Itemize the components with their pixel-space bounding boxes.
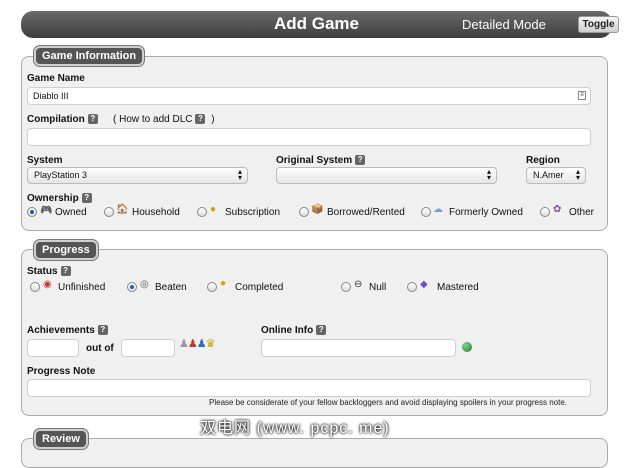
achievements-label: Achievements? [27, 325, 108, 336]
original-system-select[interactable]: ▴ ▾ [276, 167, 497, 184]
ownership-radio-formerly-owned[interactable] [421, 207, 431, 217]
achievement-trophies-icon: ♟♟♟♛ [179, 338, 215, 350]
mode-label: Detailed Mode [462, 17, 546, 32]
online-info-help-icon[interactable]: ? [316, 325, 327, 335]
region-select[interactable]: N.Amer ▴ ▾ [526, 167, 586, 184]
region-label: Region [526, 155, 560, 166]
subscription-icon: ● [210, 204, 217, 215]
completed-icon: ● [220, 278, 227, 289]
review-section [21, 438, 608, 468]
page-header: Add Game Detailed Mode Toggle [21, 11, 619, 38]
status-help-icon[interactable]: ? [60, 266, 71, 276]
status-radio-null[interactable] [341, 282, 351, 292]
status-option-label: Beaten [155, 282, 187, 293]
achievements-earned-input[interactable] [27, 339, 79, 357]
status-option-label: Mastered [437, 282, 479, 293]
select-arrows-icon: ▴ ▾ [575, 167, 580, 182]
progress-note-input[interactable] [27, 379, 591, 397]
mastered-icon: ◆ [420, 279, 428, 290]
ownership-option-label: Household [132, 207, 180, 218]
compilation-input[interactable] [27, 128, 591, 146]
ownership-radio-borrowed[interactable] [299, 207, 309, 217]
ownership-option-label: Other [569, 207, 595, 218]
borrowed-icon: 📦 [311, 204, 324, 215]
select-arrows-icon: ▴ ▾ [237, 167, 242, 182]
formerly-owned-icon: ☁ [433, 204, 443, 215]
beaten-icon: ◎ [140, 279, 149, 290]
ownership-help-icon[interactable]: ? [81, 193, 92, 203]
progress-note-hint: Please be considerate of your fellow bac… [209, 398, 567, 407]
online-info-label: Online Info? [261, 325, 327, 336]
toggle-button[interactable]: Toggle [578, 16, 619, 33]
ownership-option-label: Owned [55, 207, 87, 218]
status-radio-completed[interactable] [207, 282, 217, 292]
game-name-input[interactable]: Diablo III ≡ [27, 87, 591, 105]
ownership-radio-household[interactable] [104, 207, 114, 217]
ownership-option-label: Borrowed/Rented [327, 207, 405, 218]
game-name-label: Game Name [27, 73, 85, 84]
field-menu-icon: ≡ [578, 91, 586, 100]
ownership-label: Ownership? [27, 193, 92, 204]
dlc-help-link[interactable]: ( How to add DLC? ) [113, 114, 215, 125]
game-name-value: Diablo III [33, 91, 69, 101]
system-label: System [27, 155, 63, 166]
select-arrows-icon: ▴ ▾ [486, 167, 491, 182]
other-icon: ✿ [553, 204, 562, 215]
unfinished-icon: ◉ [43, 279, 52, 290]
dlc-help-icon[interactable]: ? [195, 114, 206, 124]
status-label: Status? [27, 266, 71, 277]
status-option-label: Unfinished [58, 282, 106, 293]
out-of-label: out of [86, 343, 114, 354]
review-legend: Review [34, 429, 88, 449]
original-system-help-icon[interactable]: ? [355, 155, 366, 165]
achievements-total-input[interactable] [121, 339, 175, 357]
household-icon: 🏠 [116, 204, 129, 215]
status-option-label: Completed [235, 282, 284, 293]
compilation-help-icon[interactable]: ? [87, 114, 98, 124]
status-option-label: Null [369, 282, 387, 293]
ownership-option-label: Formerly Owned [449, 207, 523, 218]
status-radio-mastered[interactable] [407, 282, 417, 292]
achievements-help-icon[interactable]: ? [97, 325, 108, 335]
status-radio-unfinished[interactable] [30, 282, 40, 292]
status-radio-beaten[interactable] [127, 282, 137, 292]
progress-legend: Progress [34, 240, 98, 260]
compilation-label: Compilation? [27, 114, 98, 125]
system-select[interactable]: PlayStation 3 ▴ ▾ [27, 167, 248, 184]
globe-icon [462, 342, 472, 352]
region-value: N.Amer [533, 170, 564, 180]
ownership-option-label: Subscription [225, 207, 281, 218]
system-value: PlayStation 3 [34, 170, 88, 180]
watermark: 双电网 (www. pcpc. me) [200, 420, 390, 437]
ownership-radio-owned[interactable] [27, 207, 37, 217]
null-icon: ⊖ [354, 279, 363, 290]
ownership-radio-subscription[interactable] [197, 207, 207, 217]
progress-note-label: Progress Note [27, 366, 96, 377]
online-info-input[interactable] [261, 339, 456, 357]
owned-icon: 🎮 [40, 205, 53, 216]
ownership-radio-other[interactable] [540, 207, 550, 217]
game-information-legend: Game Information [34, 46, 145, 66]
original-system-label: Original System? [276, 155, 366, 166]
